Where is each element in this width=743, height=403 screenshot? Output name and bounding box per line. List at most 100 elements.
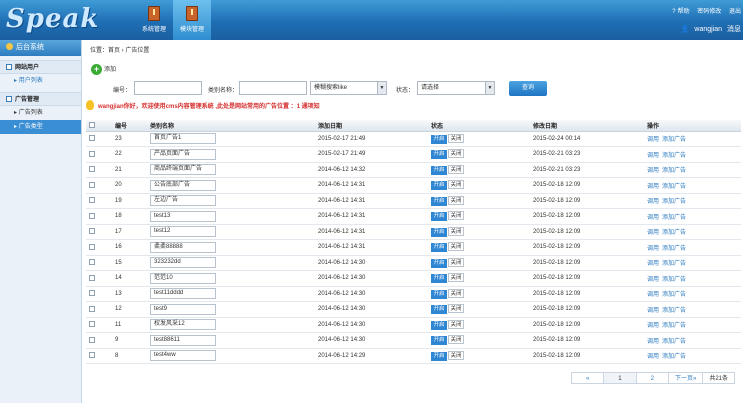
call-link[interactable]: 调用 <box>647 277 659 283</box>
category-name-field[interactable]: 公告底部广告 <box>150 179 216 191</box>
category-name-field[interactable]: test11dddd <box>150 288 216 300</box>
status-on-button[interactable]: 开启 <box>431 351 447 361</box>
status-off-button[interactable]: 关闭 <box>448 319 464 329</box>
sidebar-group-ad-management[interactable]: 广告管理 <box>0 92 81 106</box>
status-off-button[interactable]: 关闭 <box>448 335 464 345</box>
page-2-button[interactable]: 2 <box>635 372 669 384</box>
call-link[interactable]: 调用 <box>647 261 659 267</box>
row-checkbox[interactable] <box>89 352 95 359</box>
call-link[interactable]: 调用 <box>647 308 659 314</box>
message-link[interactable]: 消息 <box>727 26 741 33</box>
add-ad-link[interactable]: 添加广告 <box>662 246 686 252</box>
call-link[interactable]: 调用 <box>647 230 659 236</box>
category-name-field[interactable]: test9 <box>150 303 216 315</box>
add-ad-link[interactable]: 添加广告 <box>662 215 686 221</box>
category-name-field[interactable]: 左边广告 <box>150 195 216 207</box>
status-off-button[interactable]: 关闭 <box>448 164 464 174</box>
status-off-button[interactable]: 关闭 <box>448 133 464 143</box>
logout-link[interactable]: 退出 <box>729 9 741 15</box>
add-ad-link[interactable]: 添加广告 <box>662 354 686 360</box>
add-ad-link[interactable]: 添加广告 <box>662 168 686 174</box>
sidebar-group-site-users[interactable]: 网站用户 <box>0 60 81 74</box>
status-off-button[interactable]: 关闭 <box>448 257 464 267</box>
category-name-field[interactable]: test12 <box>150 226 216 238</box>
call-link[interactable]: 调用 <box>647 137 659 143</box>
row-checkbox[interactable] <box>89 336 95 343</box>
add-ad-link[interactable]: 添加广告 <box>662 230 686 236</box>
select-all-checkbox[interactable] <box>89 121 95 128</box>
category-name-field[interactable]: test13 <box>150 210 216 222</box>
call-link[interactable]: 调用 <box>647 199 659 205</box>
row-checkbox[interactable] <box>89 259 95 266</box>
row-checkbox[interactable] <box>89 274 95 281</box>
status-off-button[interactable]: 关闭 <box>448 211 464 221</box>
row-checkbox[interactable] <box>89 166 95 173</box>
page-prev-button[interactable]: « <box>570 372 605 384</box>
category-name-field[interactable]: 商品终端页面广告 <box>150 164 216 176</box>
add-ad-link[interactable]: 添加广告 <box>662 308 686 314</box>
add-ad-link[interactable]: 添加广告 <box>662 323 686 329</box>
call-link[interactable]: 调用 <box>647 153 659 159</box>
status-on-button[interactable]: 开启 <box>431 227 447 237</box>
call-link[interactable]: 调用 <box>647 246 659 252</box>
add-ad-link[interactable]: 添加广告 <box>662 339 686 345</box>
sidebar-item-ad-list[interactable]: ▸ 广告列表 <box>0 106 81 120</box>
add-button[interactable]: + 添加 <box>91 63 116 77</box>
status-on-button[interactable]: 开启 <box>431 181 447 191</box>
nav-module-management[interactable]: 模块管理 <box>173 0 211 40</box>
category-name-input[interactable] <box>239 81 307 95</box>
call-link[interactable]: 调用 <box>647 323 659 329</box>
call-link[interactable]: 调用 <box>647 215 659 221</box>
help-link[interactable]: 帮助 <box>678 9 690 15</box>
sidebar-item-user-list[interactable]: ▸ 用户列表 <box>0 74 81 88</box>
row-checkbox[interactable] <box>89 197 95 204</box>
status-select[interactable]: 请选择 ▼ <box>417 81 495 95</box>
category-name-field[interactable]: 首页广告1 <box>150 133 216 145</box>
password-change-link[interactable]: 密码修改 <box>697 9 721 15</box>
status-on-button[interactable]: 开启 <box>431 320 447 330</box>
search-mode-select[interactable]: 模糊搜索like ▼ <box>310 81 387 95</box>
row-checkbox[interactable] <box>89 135 95 142</box>
category-name-field[interactable]: 323232dd <box>150 257 216 269</box>
status-off-button[interactable]: 关闭 <box>448 195 464 205</box>
status-on-button[interactable]: 开启 <box>431 150 447 160</box>
row-checkbox[interactable] <box>89 212 95 219</box>
id-input[interactable] <box>134 81 202 95</box>
status-on-button[interactable]: 开启 <box>431 134 447 144</box>
status-on-button[interactable]: 开启 <box>431 305 447 315</box>
add-ad-link[interactable]: 添加广告 <box>662 184 686 190</box>
nav-system-management[interactable]: 系统管理 <box>135 0 173 40</box>
page-next-button[interactable]: 下一页» <box>667 372 704 384</box>
select-all-header[interactable] <box>86 120 112 132</box>
status-on-button[interactable]: 开启 <box>431 289 447 299</box>
category-name-field[interactable]: 范范10 <box>150 272 216 284</box>
status-on-button[interactable]: 开启 <box>431 212 447 222</box>
category-name-field[interactable]: test4ww <box>150 350 216 362</box>
add-ad-link[interactable]: 添加广告 <box>662 277 686 283</box>
status-off-button[interactable]: 关闭 <box>448 242 464 252</box>
sidebar-item-ad-types[interactable]: ▸ 广告类型 <box>0 120 81 134</box>
row-checkbox[interactable] <box>89 305 95 312</box>
category-name-field[interactable]: test88611 <box>150 334 216 346</box>
call-link[interactable]: 调用 <box>647 168 659 174</box>
status-off-button[interactable]: 关闭 <box>448 350 464 360</box>
row-checkbox[interactable] <box>89 321 95 328</box>
row-checkbox[interactable] <box>89 228 95 235</box>
status-on-button[interactable]: 开启 <box>431 274 447 284</box>
call-link[interactable]: 调用 <box>647 339 659 345</box>
category-name-field[interactable]: 柔柔88888 <box>150 241 216 253</box>
category-name-field[interactable]: 权发风采12 <box>150 319 216 331</box>
call-link[interactable]: 调用 <box>647 292 659 298</box>
status-off-button[interactable]: 关闭 <box>448 304 464 314</box>
status-on-button[interactable]: 开启 <box>431 336 447 346</box>
status-off-button[interactable]: 关闭 <box>448 288 464 298</box>
status-on-button[interactable]: 开启 <box>431 196 447 206</box>
add-ad-link[interactable]: 添加广告 <box>662 261 686 267</box>
call-link[interactable]: 调用 <box>647 354 659 360</box>
status-off-button[interactable]: 关闭 <box>448 180 464 190</box>
add-ad-link[interactable]: 添加广告 <box>662 137 686 143</box>
status-off-button[interactable]: 关闭 <box>448 226 464 236</box>
page-1-button[interactable]: 1 <box>603 372 637 384</box>
add-ad-link[interactable]: 添加广告 <box>662 153 686 159</box>
row-checkbox[interactable] <box>89 181 95 188</box>
